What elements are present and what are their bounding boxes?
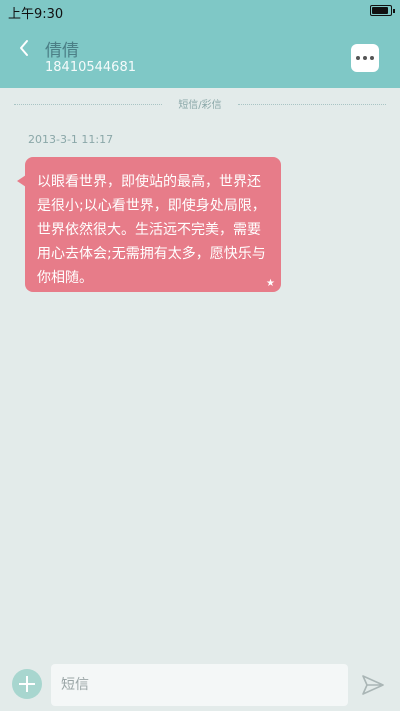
compose-bar [0, 660, 400, 711]
send-button[interactable] [361, 674, 385, 696]
header-bar: 上午9:30 倩倩 18410544681 [0, 0, 400, 88]
contact-name: 倩倩 [45, 41, 79, 61]
more-dots-icon [356, 56, 360, 60]
divider-line [238, 104, 386, 105]
plus-icon [26, 676, 28, 692]
contact-number: 18410544681 [45, 60, 136, 75]
chevron-left-icon [20, 40, 28, 56]
bubble-tail [17, 175, 26, 187]
message-bubble[interactable]: 以眼看世界，即使站的最高，世界还是很小;以心看世界，即使身处局限，世界依然很大。… [17, 157, 281, 292]
more-dots-icon [363, 56, 367, 60]
sms-input[interactable] [51, 664, 348, 706]
more-options-button[interactable] [351, 44, 379, 72]
send-icon [362, 675, 384, 695]
battery-level [372, 7, 388, 14]
star-icon: ★ [266, 278, 275, 289]
battery-icon [370, 5, 395, 16]
back-button[interactable] [12, 34, 36, 62]
status-bar: 上午9:30 [0, 0, 400, 22]
status-time: 上午9:30 [8, 7, 64, 22]
message-text: 以眼看世界，即使站的最高，世界还是很小;以心看世界，即使身处局限，世界依然很大。… [37, 174, 266, 286]
more-dots-icon [370, 56, 374, 60]
message-timestamp: 2013-3-1 11:17 [28, 133, 114, 146]
message-type-divider: 短信/彩信 [14, 96, 386, 112]
add-attachment-button[interactable] [12, 669, 42, 699]
